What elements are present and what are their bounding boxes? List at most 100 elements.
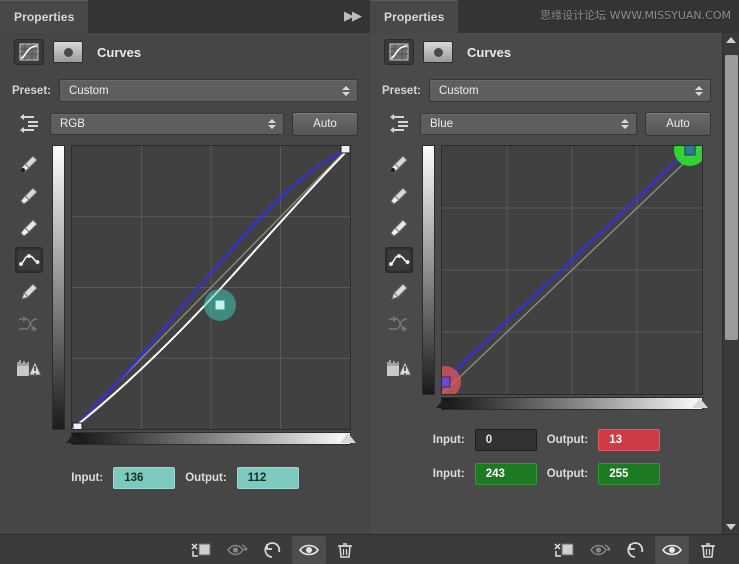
output-label: Output: (546, 468, 589, 480)
panel-footer-left (0, 534, 370, 564)
curves-adjustment-icon (14, 39, 44, 65)
layer-mask-thumbnail[interactable] (53, 41, 83, 63)
input-label: Input: (432, 468, 465, 480)
sample-gray-eyedropper-icon[interactable] (15, 151, 43, 177)
panel-body-right: Preset: Custom Blue Auto Input: 0 Output… (370, 71, 739, 485)
channel-select-value: Blue (430, 118, 454, 130)
smooth-curve-icon[interactable] (15, 311, 43, 337)
preset-label: Preset: (12, 84, 51, 97)
output-field[interactable]: 255 (598, 463, 661, 485)
page-title: Curves (467, 44, 512, 60)
black-point-handle[interactable] (66, 433, 82, 443)
channel-select[interactable]: RGB (50, 113, 284, 135)
io-row-right-1: Input: 0 Output: 13 (382, 429, 711, 451)
panel-title-row-left: Curves (0, 33, 370, 71)
blue-curve-graph[interactable] (441, 145, 703, 395)
auto-button[interactable]: Auto (292, 112, 358, 136)
input-gradient-bar (441, 397, 703, 410)
sample-gray-eyedropper-icon[interactable] (385, 151, 413, 177)
visibility-eye-icon[interactable] (292, 535, 326, 564)
sample-white-eyedropper-icon[interactable] (15, 215, 43, 241)
io-row-right-2: Input: 243 Output: 255 (382, 463, 711, 485)
white-point-handle[interactable] (340, 433, 356, 443)
output-field[interactable]: 13 (598, 429, 661, 451)
layer-mask-thumbnail[interactable] (423, 41, 453, 63)
watermark-text: 思缘设计论坛 WWW.MISSYUAN.COM (540, 9, 731, 22)
collapse-right-icon[interactable]: ▶▶ (344, 10, 362, 23)
properties-panel-left: Properties ▶▶ Curves Preset: Custom RGB … (0, 0, 370, 564)
tab-properties[interactable]: Properties (370, 0, 459, 33)
scroll-up-arrow-icon[interactable] (723, 33, 739, 47)
black-point-handle[interactable] (436, 398, 452, 408)
properties-panel-right: Properties 思缘设计论坛 WWW.MISSYUAN.COM Curve… (370, 0, 739, 564)
toggle-preview-icon[interactable] (583, 536, 617, 564)
white-point-handle[interactable] (692, 398, 708, 408)
sample-black-eyedropper-icon[interactable] (15, 183, 43, 209)
input-gradient-bar (71, 432, 351, 445)
tabbar-filler: 思缘设计论坛 WWW.MISSYUAN.COM (458, 0, 739, 33)
input-field[interactable]: 0 (474, 429, 537, 451)
channel-select[interactable]: Blue (420, 113, 637, 135)
panel-scrollbar[interactable] (722, 33, 739, 534)
smooth-curve-icon[interactable] (385, 311, 413, 337)
preset-select[interactable]: Custom (429, 79, 711, 102)
curve-area-right (382, 145, 711, 415)
delete-layer-icon[interactable] (328, 536, 362, 564)
chevron-updown-icon (695, 85, 703, 96)
channel-row-left: RGB Auto (12, 111, 358, 137)
io-row-left: Input: 136 Output: 112 (12, 467, 358, 489)
curve-point-tool-icon[interactable] (15, 247, 43, 273)
output-field[interactable]: 112 (236, 467, 299, 489)
page-title: Curves (97, 44, 142, 60)
curve-graph-wrap-right (422, 145, 711, 415)
toggle-preview-icon[interactable] (220, 536, 254, 564)
chevron-updown-icon (342, 85, 350, 96)
preset-row-left: Preset: Custom (12, 79, 358, 102)
clip-to-layer-icon[interactable] (547, 536, 581, 564)
channel-select-value: RGB (60, 118, 85, 130)
scrollbar-thumb[interactable] (724, 55, 738, 340)
preset-select-value: Custom (439, 84, 479, 97)
channel-row-right: Blue Auto (382, 111, 711, 137)
curve-tool-column-left (12, 145, 46, 445)
pencil-draw-tool-icon[interactable] (15, 279, 43, 305)
auto-button[interactable]: Auto (645, 112, 711, 136)
sample-black-eyedropper-icon[interactable] (385, 183, 413, 209)
pencil-draw-tool-icon[interactable] (385, 279, 413, 305)
preset-select[interactable]: Custom (59, 79, 358, 102)
panel-tabbar-right: Properties 思缘设计论坛 WWW.MISSYUAN.COM (370, 0, 739, 33)
curve-graph-wrap-left (52, 145, 358, 445)
output-label: Output: (546, 434, 589, 446)
visibility-eye-icon[interactable] (655, 535, 689, 564)
scroll-down-arrow-icon[interactable] (723, 520, 739, 534)
tabbar-filler: ▶▶ (88, 0, 370, 33)
panel-title-row-right: Curves (370, 33, 739, 71)
chevron-updown-icon (621, 119, 629, 129)
clipping-warning-icon[interactable] (385, 355, 413, 381)
curve-area-left (12, 145, 358, 445)
preset-row-right: Preset: Custom (382, 79, 711, 102)
clipping-warning-icon[interactable] (15, 355, 43, 381)
output-label: Output: (185, 472, 227, 484)
delete-layer-icon[interactable] (691, 536, 725, 564)
reset-adjustment-icon[interactable] (256, 536, 290, 564)
rgb-curve-graph[interactable] (71, 145, 351, 430)
scrollbar-track[interactable] (723, 47, 739, 520)
mask-dot-icon (433, 47, 443, 57)
curve-point-tool-icon[interactable] (385, 247, 413, 273)
chevron-updown-icon (268, 119, 276, 129)
mask-dot-icon (63, 47, 73, 57)
input-label: Input: (432, 434, 465, 446)
preset-options-menu-icon[interactable] (382, 111, 412, 137)
sample-white-eyedropper-icon[interactable] (385, 215, 413, 241)
reset-adjustment-icon[interactable] (619, 536, 653, 564)
tab-properties[interactable]: Properties (0, 0, 89, 33)
clip-to-layer-icon[interactable] (184, 536, 218, 564)
curves-adjustment-icon (384, 39, 414, 65)
input-field[interactable]: 243 (474, 463, 537, 485)
preset-options-menu-icon[interactable] (12, 111, 42, 137)
preset-label: Preset: (382, 84, 421, 97)
input-field[interactable]: 136 (113, 467, 176, 489)
output-gradient-bar (422, 145, 435, 395)
preset-select-value: Custom (69, 84, 109, 97)
